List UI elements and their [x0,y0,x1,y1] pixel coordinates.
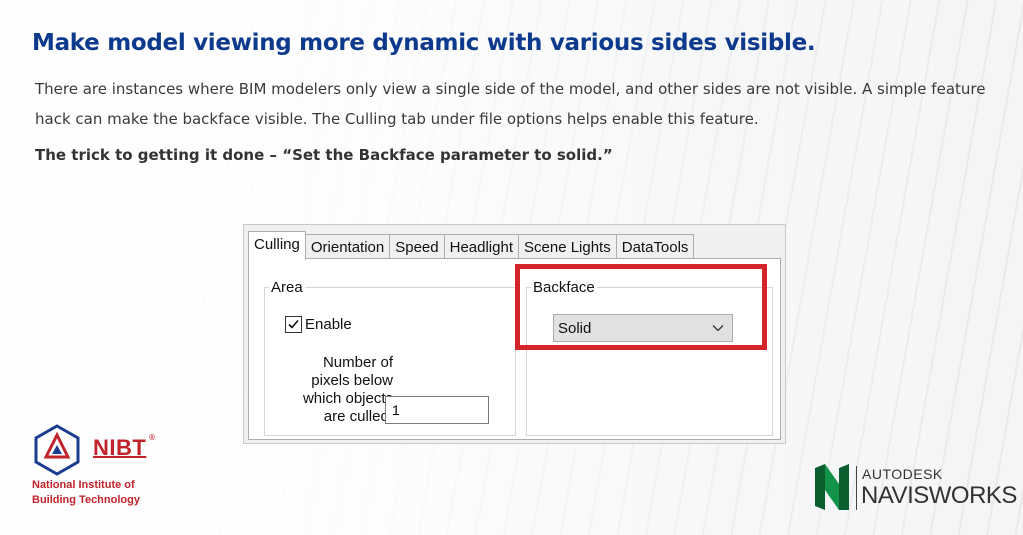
area-group: Area Enable Number of pixels below which… [264,279,516,436]
tab-orientation[interactable]: Orientation [304,234,391,259]
tab-culling[interactable]: Culling [248,231,306,260]
tab-datatools[interactable]: DataTools [615,234,695,259]
nibt-emblem-icon [34,424,80,476]
tab-headlight[interactable]: Headlight [443,234,519,259]
enable-label: Enable [305,316,352,333]
nibt-line-1: National Institute of [32,479,135,491]
navisworks-n-icon [815,464,849,510]
headline: Make model viewing more dynamic with var… [32,30,816,56]
area-legend: Area [271,279,303,296]
nibt-line-2: Building Technology [32,494,140,506]
nibt-logo: NIBT ® National Institute of Building Te… [30,423,200,513]
pixels-below-label: Number of pixels below which objects are… [302,354,393,425]
tab-scene-lights[interactable]: Scene Lights [518,234,617,259]
logo-divider [856,466,857,510]
backface-highlight-box [515,264,767,350]
nibt-name: NIBT [93,435,147,460]
navisworks-logo: AUTODESK NAVISWORKS [815,462,1017,514]
enable-checkbox[interactable] [285,316,302,333]
registered-mark: ® [148,433,156,442]
intro-paragraph: There are instances where BIM modelers o… [35,80,986,128]
pixels-below-input[interactable] [385,396,489,424]
autodesk-text: AUTODESK [862,466,943,482]
tab-speed[interactable]: Speed [389,234,445,259]
navisworks-text: NAVISWORKS [861,482,1017,509]
tab-strip: Culling Orientation Speed Headlight Scen… [248,231,695,260]
enable-checkbox-row[interactable]: Enable [285,316,352,333]
checkmark-icon [288,319,299,329]
trick-text: The trick to getting it done – “Set the … [35,146,613,164]
nibt-fullname: National Institute of Building Technolog… [32,478,140,508]
